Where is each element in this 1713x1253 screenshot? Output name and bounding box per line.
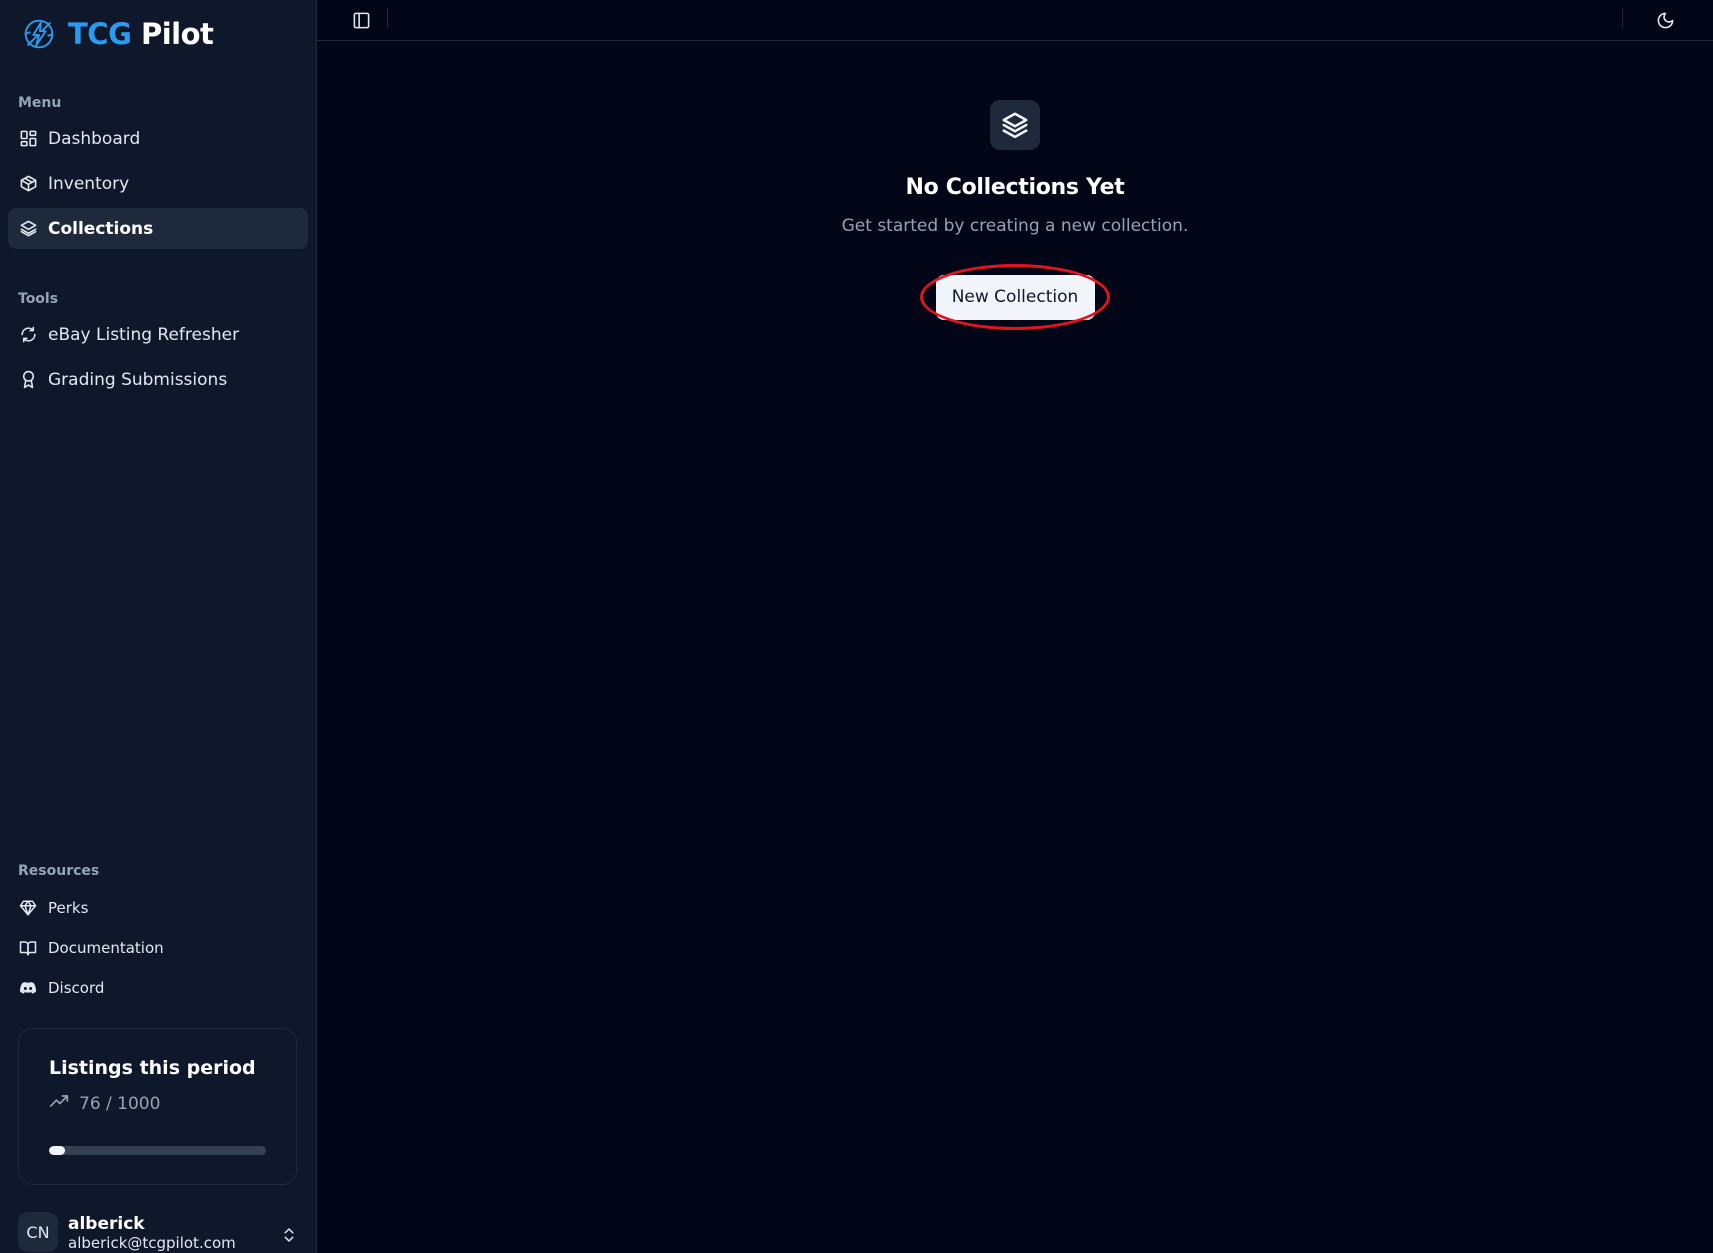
menu-nav: Dashboard Inventory Collections (0, 118, 316, 253)
usage-progress-fill (49, 1146, 66, 1155)
package-icon (18, 174, 38, 194)
trending-up-icon (49, 1091, 69, 1116)
gem-icon (18, 898, 38, 918)
sidebar-item-label: eBay Listing Refresher (48, 324, 240, 345)
usage-count: 76 / 1000 (49, 1091, 296, 1116)
resources-section-label: Resources (18, 863, 100, 879)
resources-nav: Perks Documentation Discord (0, 888, 316, 1008)
sidebar-item-label: Dashboard (48, 128, 141, 149)
main-content: No Collections Yet Get started by creati… (317, 0, 1713, 1253)
resources-section: Resources Perks Documentation Discord (0, 860, 316, 1008)
discord-icon (18, 978, 38, 998)
dashboard-icon (18, 129, 38, 149)
divider (387, 8, 388, 28)
book-icon (18, 938, 38, 958)
sidebar-item-collections[interactable]: Collections (8, 208, 308, 249)
award-icon (18, 370, 38, 390)
tools-nav: eBay Listing Refresher Grading Submissio… (0, 314, 316, 404)
layers-icon (18, 219, 38, 239)
listings-usage-card: Listings this period 76 / 1000 (18, 1028, 297, 1185)
user-menu[interactable]: CN alberick alberick@tcgpilot.com (18, 1212, 300, 1253)
moon-icon[interactable] (1651, 6, 1679, 34)
tcg-pilot-logo-icon (18, 13, 60, 55)
sidebar-item-dashboard[interactable]: Dashboard (8, 118, 308, 159)
usage-progress-bar (49, 1146, 266, 1155)
refresh-icon (18, 325, 38, 345)
chevrons-up-down-icon[interactable] (280, 1226, 300, 1246)
sidebar-item-label: Discord (48, 979, 105, 997)
sidebar: TCG Pilot Menu Dashboard Inventory Colle… (0, 0, 317, 1253)
sidebar-item-label: Documentation (48, 939, 164, 957)
brand-name-part2: Pilot (140, 17, 214, 51)
empty-state: No Collections Yet Get started by creati… (317, 100, 1713, 330)
divider (1622, 8, 1623, 28)
tools-section-label: Tools (18, 291, 59, 307)
sidebar-item-label: Perks (48, 899, 89, 917)
app-root: TCG Pilot Menu Dashboard Inventory Colle… (0, 0, 1713, 1253)
sidebar-toggle-icon[interactable] (349, 8, 373, 32)
new-collection-button[interactable]: New Collection (935, 274, 1095, 320)
usage-title: Listings this period (49, 1057, 256, 1079)
new-collection-button-wrap: New Collection (920, 264, 1110, 330)
user-info: alberick alberick@tcgpilot.com (68, 1212, 270, 1252)
sidebar-item-documentation[interactable]: Documentation (8, 928, 308, 968)
user-email: alberick@tcgpilot.com (68, 1234, 236, 1252)
usage-count-text: 76 / 1000 (79, 1093, 161, 1114)
top-bar (317, 0, 1713, 41)
user-name: alberick (68, 1214, 145, 1234)
sidebar-item-label: Inventory (48, 173, 130, 194)
sidebar-item-discord[interactable]: Discord (8, 968, 308, 1008)
sidebar-item-label: Grading Submissions (48, 369, 228, 390)
sidebar-item-perks[interactable]: Perks (8, 888, 308, 928)
sidebar-item-grading-submissions[interactable]: Grading Submissions (8, 359, 308, 400)
layers-icon (990, 100, 1040, 150)
brand[interactable]: TCG Pilot (0, 0, 316, 68)
sidebar-item-label: Collections (48, 218, 154, 239)
avatar: CN (18, 1212, 58, 1252)
empty-state-description: Get started by creating a new collection… (841, 216, 1189, 236)
brand-name: TCG Pilot (68, 17, 214, 51)
sidebar-item-ebay-listing-refresher[interactable]: eBay Listing Refresher (8, 314, 308, 355)
brand-name-part1: TCG (68, 17, 132, 51)
empty-state-title: No Collections Yet (905, 175, 1125, 200)
menu-section-label: Menu (18, 95, 62, 111)
sidebar-item-inventory[interactable]: Inventory (8, 163, 308, 204)
